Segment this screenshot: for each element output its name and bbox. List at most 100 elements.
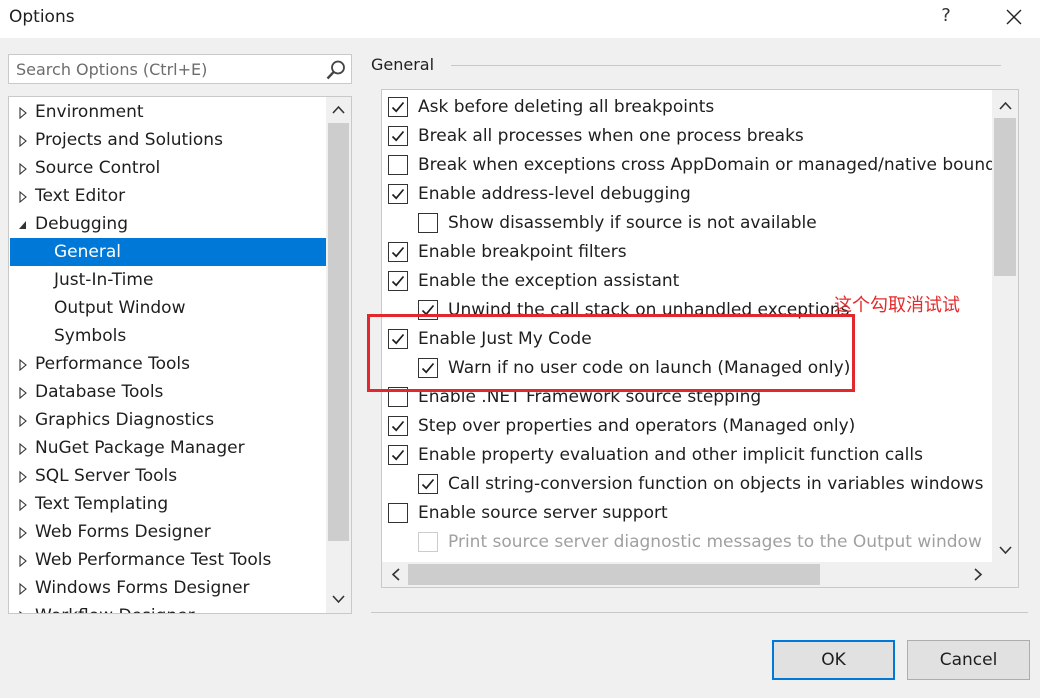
option-label[interactable]: Ask before deleting all breakpoints [418, 93, 714, 122]
option-label[interactable]: Call string-conversion function on objec… [448, 470, 983, 499]
option-checkbox[interactable] [418, 213, 438, 233]
tree-item[interactable]: Environment [10, 98, 326, 126]
option-label[interactable]: Break all processes when one process bre… [418, 122, 804, 151]
options-hscrollbar[interactable] [382, 562, 992, 587]
expand-arrow-icon[interactable] [18, 163, 28, 175]
option-checkbox[interactable] [388, 97, 408, 117]
tree-item-label: Projects and Solutions [35, 130, 223, 150]
tree-scroll-thumb[interactable] [328, 123, 349, 541]
tree-item[interactable]: Text Templating [10, 490, 326, 518]
tree-item[interactable]: Output Window [10, 294, 326, 322]
help-button[interactable]: ? [934, 5, 958, 31]
checkmark-icon [421, 478, 435, 490]
cancel-button[interactable]: Cancel [907, 640, 1030, 680]
options-hscroll-thumb[interactable] [408, 564, 820, 585]
checkmark-icon [391, 246, 405, 258]
tree-item-label: Environment [35, 102, 144, 122]
expand-arrow-icon[interactable] [18, 387, 28, 399]
search-icon[interactable] [325, 59, 347, 81]
option-row: Show disassembly if source is not availa… [382, 209, 991, 238]
option-label[interactable]: Show disassembly if source is not availa… [448, 209, 817, 238]
expand-arrow-icon[interactable] [18, 583, 28, 595]
group-label-general: General [371, 55, 435, 74]
tree-item-label: Text Templating [35, 494, 169, 514]
tree-item-label: Performance Tools [35, 354, 191, 374]
option-checkbox[interactable] [418, 474, 438, 494]
tree-item[interactable]: Windows Forms Designer [10, 574, 326, 602]
expand-arrow-icon[interactable] [18, 443, 28, 455]
expand-arrow-icon[interactable] [18, 611, 28, 614]
option-label[interactable]: Enable source server support [418, 499, 668, 528]
options-vscroll-thumb[interactable] [994, 118, 1016, 276]
expand-arrow-icon[interactable] [18, 107, 28, 119]
option-checkbox[interactable] [388, 126, 408, 146]
tree-item[interactable]: General [10, 238, 326, 266]
tree-item[interactable]: NuGet Package Manager [10, 434, 326, 462]
option-checkbox[interactable] [388, 445, 408, 465]
close-button[interactable] [998, 4, 1030, 32]
scroll-corner [992, 562, 1018, 587]
option-checkbox[interactable] [388, 416, 408, 436]
tree-item[interactable]: Database Tools [10, 378, 326, 406]
tree-item[interactable]: Debugging [10, 210, 326, 238]
option-label[interactable]: Break when exceptions cross AppDomain or… [418, 151, 1018, 180]
scroll-down-icon[interactable] [332, 594, 345, 604]
option-label[interactable]: Step over properties and operators (Mana… [418, 412, 855, 441]
checkmark-icon [391, 101, 405, 113]
tree-item[interactable]: Source Control [10, 154, 326, 182]
option-row: Enable source server support [382, 499, 991, 528]
collapse-arrow-icon[interactable] [18, 219, 28, 231]
annotation-text: 这个勾取消试试 [834, 295, 960, 316]
expand-arrow-icon[interactable] [18, 555, 28, 567]
option-label[interactable]: Print source server diagnostic messages … [448, 528, 982, 557]
scroll-down-icon[interactable] [999, 545, 1012, 555]
tree-item-label: Web Performance Test Tools [35, 550, 272, 570]
tree-item-label: Debugging [35, 214, 128, 234]
option-checkbox[interactable] [388, 242, 408, 262]
tree-item[interactable]: Graphics Diagnostics [10, 406, 326, 434]
option-checkbox[interactable] [388, 155, 408, 175]
option-checkbox[interactable] [388, 503, 408, 523]
scroll-up-icon[interactable] [999, 101, 1012, 111]
option-checkbox[interactable] [418, 532, 438, 552]
tree-item[interactable]: Just-In-Time [10, 266, 326, 294]
expand-arrow-icon[interactable] [18, 135, 28, 147]
tree-item[interactable]: Projects and Solutions [10, 126, 326, 154]
scroll-up-icon[interactable] [332, 105, 345, 115]
tree-item[interactable]: Web Performance Test Tools [10, 546, 326, 574]
search-box[interactable] [8, 54, 352, 84]
tree-item[interactable]: Symbols [10, 322, 326, 350]
option-label[interactable]: Enable breakpoint filters [418, 238, 627, 267]
ok-button[interactable]: OK [772, 640, 895, 680]
scroll-left-icon[interactable] [391, 568, 401, 581]
tree-item[interactable]: Performance Tools [10, 350, 326, 378]
tree-item-label: Web Forms Designer [35, 522, 211, 542]
tree-item[interactable]: SQL Server Tools [10, 462, 326, 490]
tree-item-label: Database Tools [35, 382, 164, 402]
checkmark-icon [391, 188, 405, 200]
search-input[interactable] [9, 55, 321, 83]
tree-item[interactable]: Workflow Designer [10, 602, 326, 614]
option-row: Enable breakpoint filters [382, 238, 991, 267]
options-vscrollbar[interactable] [992, 90, 1018, 562]
tree-item-label: Symbols [54, 326, 127, 346]
tree-item[interactable]: Web Forms Designer [10, 518, 326, 546]
expand-arrow-icon[interactable] [18, 471, 28, 483]
highlight-box [367, 314, 855, 392]
expand-arrow-icon[interactable] [18, 499, 28, 511]
option-label[interactable]: Enable the exception assistant [418, 267, 679, 296]
option-checkbox[interactable] [388, 184, 408, 204]
tree-scrollbar[interactable] [326, 97, 351, 613]
tree-item[interactable]: Text Editor [10, 182, 326, 210]
tree-item-label: Graphics Diagnostics [35, 410, 215, 430]
option-label[interactable]: Enable address-level debugging [418, 180, 691, 209]
expand-arrow-icon[interactable] [18, 527, 28, 539]
option-label[interactable]: Enable property evaluation and other imp… [418, 441, 923, 470]
title-bar [0, 0, 1040, 38]
expand-arrow-icon[interactable] [18, 191, 28, 203]
option-checkbox[interactable] [388, 271, 408, 291]
scroll-right-icon[interactable] [973, 568, 983, 581]
expand-arrow-icon[interactable] [18, 415, 28, 427]
expand-arrow-icon[interactable] [18, 359, 28, 371]
tree-item-label: Workflow Designer [35, 602, 195, 613]
